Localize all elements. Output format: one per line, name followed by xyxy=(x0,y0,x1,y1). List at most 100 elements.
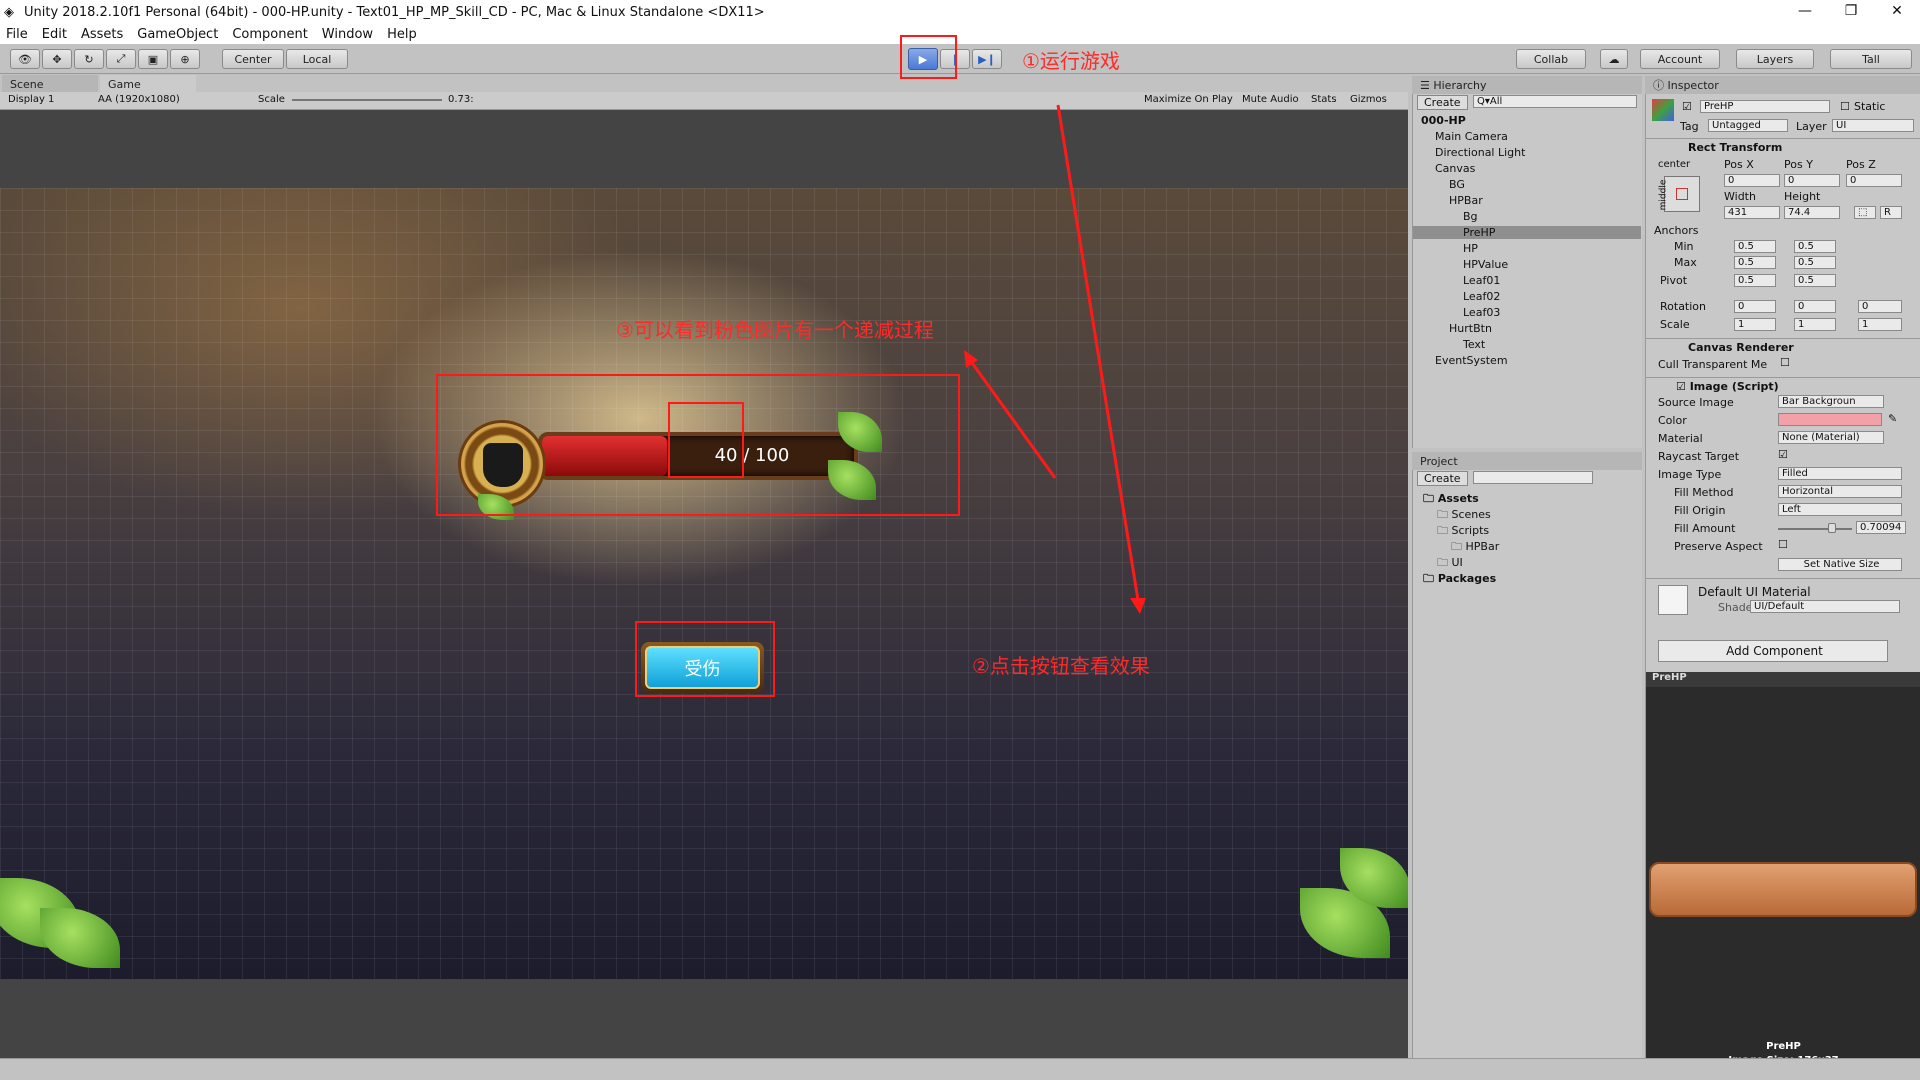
info-icon: ⓘ xyxy=(1653,79,1668,92)
project-create-button[interactable]: Create xyxy=(1417,471,1468,486)
hierarchy-item[interactable]: Text xyxy=(1413,338,1641,351)
hierarchy-item[interactable]: 000-HP xyxy=(1413,114,1641,127)
hierarchy-item[interactable]: Bg xyxy=(1413,210,1641,223)
folder-icon: 🗀 xyxy=(1437,524,1452,537)
preview-image xyxy=(1649,862,1917,917)
project-item-label: HPBar xyxy=(1465,540,1500,553)
shader-dropdown[interactable]: UI/Default xyxy=(1750,600,1900,613)
material-title: Default UI Material xyxy=(1698,585,1811,599)
image-enabled-checkbox[interactable]: ☑ xyxy=(1676,380,1690,393)
cull-transparent-label: Cull Transparent Me xyxy=(1658,358,1768,371)
hierarchy-item[interactable]: Leaf02 xyxy=(1413,290,1641,303)
layer-label: Layer xyxy=(1796,120,1827,133)
posz-label: Pos Z xyxy=(1846,158,1876,171)
hierarchy-item[interactable]: HP xyxy=(1413,242,1641,255)
hierarchy-item[interactable]: Leaf01 xyxy=(1413,274,1641,287)
image-preview: PreHP Image Size: 176x37 xyxy=(1646,687,1920,1076)
material-field[interactable]: None (Material) xyxy=(1778,431,1884,444)
preserve-aspect-label: Preserve Aspect xyxy=(1674,540,1763,553)
active-checkbox[interactable]: ☑ xyxy=(1682,100,1692,113)
folder-icon: 🗀 xyxy=(1423,572,1438,585)
project-search-input[interactable] xyxy=(1473,471,1593,484)
anchor-min-label: Min xyxy=(1674,240,1694,253)
fill-amount-input[interactable]: 0.70094 xyxy=(1856,521,1906,534)
anchor-min-y-input[interactable]: 0.5 xyxy=(1794,240,1836,253)
image-type-dropdown[interactable]: Filled xyxy=(1778,467,1902,480)
tab-project[interactable]: Project xyxy=(1412,452,1642,470)
pivot-x-input[interactable]: 0.5 xyxy=(1734,274,1776,287)
width-input[interactable]: 431 xyxy=(1724,206,1780,219)
folder-icon: 🗀 xyxy=(1423,492,1438,505)
posz-input[interactable]: 0 xyxy=(1846,174,1902,187)
cull-transparent-checkbox[interactable]: ☐ xyxy=(1780,356,1790,369)
arrow-head-2 xyxy=(964,350,978,368)
rect-transform-header[interactable]: Rect Transform xyxy=(1646,138,1920,156)
height-input[interactable]: 74.4 xyxy=(1784,206,1840,219)
blueprint-mode-button[interactable]: ⬚ xyxy=(1854,206,1876,219)
posx-label: Pos X xyxy=(1724,158,1754,171)
project-item[interactable]: 🗀 Packages xyxy=(1413,570,1496,589)
hierarchy-item[interactable]: HPBar xyxy=(1413,194,1641,207)
hierarchy-item[interactable]: EventSystem xyxy=(1413,354,1641,367)
pivot-y-input[interactable]: 0.5 xyxy=(1794,274,1836,287)
anchor-max-x-input[interactable]: 0.5 xyxy=(1734,256,1776,269)
hierarchy-create-button[interactable]: Create xyxy=(1417,95,1468,110)
project-item-label: Scenes xyxy=(1451,508,1491,521)
rotation-x-input[interactable]: 0 xyxy=(1734,300,1776,313)
rotation-z-input[interactable]: 0 xyxy=(1858,300,1902,313)
static-label: Static xyxy=(1854,100,1886,113)
preserve-aspect-checkbox[interactable]: ☐ xyxy=(1778,538,1788,551)
posx-input[interactable]: 0 xyxy=(1724,174,1780,187)
hierarchy-search-input[interactable]: Q▾All xyxy=(1473,95,1637,108)
hierarchy-item[interactable]: HPValue xyxy=(1413,258,1641,271)
hierarchy-item[interactable]: BG xyxy=(1413,178,1641,191)
tab-hierarchy-label: Hierarchy xyxy=(1433,78,1487,92)
hierarchy-item[interactable]: Leaf03 xyxy=(1413,306,1641,319)
add-component-button[interactable]: Add Component xyxy=(1658,640,1888,662)
source-image-field[interactable]: Bar Backgroun xyxy=(1778,395,1884,408)
tab-hierarchy[interactable]: ☰ Hierarchy xyxy=(1412,76,1642,94)
static-checkbox[interactable]: ☐ xyxy=(1840,100,1850,113)
fill-amount-slider[interactable] xyxy=(1778,528,1852,530)
set-native-size-button[interactable]: Set Native Size xyxy=(1778,558,1902,571)
object-name-input[interactable]: PreHP xyxy=(1700,100,1830,113)
anchors-label: Anchors xyxy=(1654,224,1699,237)
fill-amount-slider-thumb[interactable] xyxy=(1828,523,1836,533)
posy-input[interactable]: 0 xyxy=(1784,174,1840,187)
image-script-header[interactable]: ☑ Image (Script) xyxy=(1646,377,1920,395)
fill-method-dropdown[interactable]: Horizontal xyxy=(1778,485,1902,498)
anchor-preset-icon[interactable] xyxy=(1664,176,1700,212)
hierarchy-panel: Create Q▾All 000-HP Main Camera Directiona… xyxy=(1412,94,1642,448)
canvas-renderer-header[interactable]: Canvas Renderer xyxy=(1646,338,1920,356)
hierarchy-item[interactable]: PreHP xyxy=(1413,226,1641,239)
folder-icon: 🗀 xyxy=(1437,556,1452,569)
eyedropper-icon[interactable]: ✎ xyxy=(1888,412,1897,425)
rotation-y-input[interactable]: 0 xyxy=(1794,300,1836,313)
hierarchy-item[interactable]: HurtBtn xyxy=(1413,322,1641,335)
scale-z-input[interactable]: 1 xyxy=(1858,318,1902,331)
anchor-min-x-input[interactable]: 0.5 xyxy=(1734,240,1776,253)
preview-header: PreHP xyxy=(1646,672,1920,687)
hierarchy-item[interactable]: Directional Light xyxy=(1413,146,1641,159)
rect-transform-title: Rect Transform xyxy=(1688,141,1783,154)
scale-y-input[interactable]: 1 xyxy=(1794,318,1836,331)
color-swatch[interactable] xyxy=(1778,413,1882,426)
tag-dropdown[interactable]: Untagged xyxy=(1708,119,1788,132)
preview-name: PreHP xyxy=(1766,1041,1801,1052)
material-label: Material xyxy=(1658,432,1703,445)
layer-dropdown[interactable]: UI xyxy=(1832,119,1914,132)
tab-project-label: Project xyxy=(1420,454,1458,468)
folder-icon: 🗀 xyxy=(1451,540,1466,553)
raw-edit-button[interactable]: R xyxy=(1880,206,1902,219)
raycast-target-checkbox[interactable]: ☑ xyxy=(1778,448,1788,461)
project-item-label: Assets xyxy=(1437,492,1479,505)
tab-inspector-label: Inspector xyxy=(1667,78,1719,92)
fill-origin-dropdown[interactable]: Left xyxy=(1778,503,1902,516)
scale-x-input[interactable]: 1 xyxy=(1734,318,1776,331)
inspector-panel: ☑ PreHP ☐ Static Tag Untagged Layer UI R… xyxy=(1645,94,1920,1076)
hierarchy-item[interactable]: Canvas xyxy=(1413,162,1641,175)
tab-inspector[interactable]: ⓘ Inspector xyxy=(1645,76,1920,94)
source-image-label: Source Image xyxy=(1658,396,1734,409)
anchor-max-y-input[interactable]: 0.5 xyxy=(1794,256,1836,269)
hierarchy-item[interactable]: Main Camera xyxy=(1413,130,1641,143)
